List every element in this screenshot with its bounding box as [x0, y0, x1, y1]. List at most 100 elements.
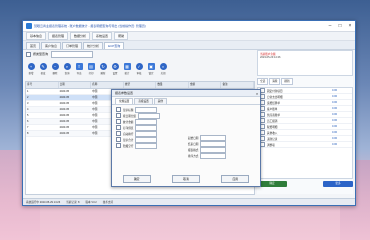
toolbar: + 新增 ✎ 修改 − 删除 ⌕ 查询 ⇪ 导出 ▤ 打印 ↻ 刷新 ⚙ 设置 ▦ 统计 ✓ 审核 …	[23, 59, 256, 79]
column-header[interactable]: 序号	[26, 82, 59, 88]
toolbar-button[interactable]: − 删除	[50, 63, 60, 75]
menu-item[interactable]: 系统设置	[92, 32, 113, 40]
status-text: 技术支持	[102, 201, 114, 204]
dialog-close-icon[interactable]: ×	[254, 91, 260, 96]
table-cell: 2023-05	[59, 108, 70, 111]
apply-button[interactable]: 应用	[221, 175, 250, 183]
table-cell: 5	[27, 114, 29, 117]
confirm-button[interactable]: 确定	[257, 181, 287, 187]
panel-actions: 确定 更多	[257, 181, 353, 187]
toolbar-button[interactable]: × 关闭	[158, 63, 168, 75]
column-header[interactable]: 数量	[156, 82, 189, 88]
dialog-options: 显示标题 按日期分组 统计金额 打印预览 自动换行 显示合计 隐藏空行	[116, 106, 256, 149]
item-label: 员工报销	[267, 119, 278, 123]
item-label: 运费结算单	[267, 101, 280, 105]
table-cell: 2	[27, 96, 29, 99]
dialog-option: 打印预览	[116, 124, 256, 131]
tab-orders[interactable]: 订单管理	[62, 42, 83, 49]
option-label: 按日期分组	[123, 114, 136, 118]
menu-item[interactable]: 基本信息	[26, 32, 47, 40]
chart-icon: ▦	[123, 63, 131, 70]
table-cell: 1	[27, 90, 29, 93]
item-label: 供应商账单	[267, 113, 280, 117]
more-button[interactable]: 更多	[323, 181, 353, 187]
dialog-option: 按日期分组	[116, 112, 256, 119]
app-icon	[26, 23, 32, 29]
option-label: 隐藏空行	[123, 144, 134, 148]
item-value: 0.00	[332, 101, 338, 104]
print-icon: ▤	[87, 63, 95, 70]
dialog-title: 报表参数设置	[115, 91, 134, 95]
toolbar-button[interactable]: ⌕ 查询	[62, 63, 72, 75]
column-header[interactable]: 名称	[91, 82, 124, 88]
menu-item[interactable]: 帮助	[114, 32, 129, 40]
select-all-button[interactable]: 全选	[257, 78, 269, 85]
option-checkbox[interactable]	[116, 107, 121, 112]
item-value: 0.00	[332, 125, 338, 128]
toolbar-button[interactable]: ⚙ 设置	[110, 63, 120, 75]
table-cell: 2023-05	[59, 126, 70, 129]
check-icon: ✓	[135, 63, 143, 70]
toolbar-label: 新增	[28, 72, 34, 75]
table-cell: 2023-05	[59, 96, 70, 99]
field-label: 起始日期	[188, 136, 199, 140]
tab-ecp[interactable]: ECP查询	[104, 42, 125, 49]
dialog-field-row: 起始日期	[188, 134, 227, 141]
dialog-tab[interactable]: 高级设置	[134, 98, 153, 104]
toolbar-label: 审核	[136, 72, 142, 75]
status-text: 当前记录: 8	[66, 201, 80, 204]
toolbar-button[interactable]: ▣ 锁定	[146, 63, 156, 75]
option-checkbox[interactable]	[116, 113, 121, 118]
toolbar-button[interactable]: ▦ 统计	[122, 63, 132, 75]
minimize-icon[interactable]: –	[325, 21, 335, 31]
list-item[interactable]: 调整项 0.00	[258, 142, 352, 148]
refresh-button[interactable]: 刷新	[281, 78, 293, 85]
column-header[interactable]: 日期	[59, 82, 92, 88]
ok-button[interactable]: 确定	[122, 175, 151, 183]
dialog-option: 显示标题	[116, 106, 256, 113]
dialog-option: 隐藏空行	[116, 142, 256, 149]
field-input[interactable]	[200, 152, 227, 159]
table-cell: 2023-05	[59, 102, 70, 105]
dialog-tab[interactable]: 其他	[153, 98, 167, 104]
clear-button[interactable]: 清除	[269, 78, 281, 85]
search-input[interactable]	[51, 50, 94, 58]
item-value: 0.00	[332, 131, 338, 134]
close-icon[interactable]: ×	[345, 21, 355, 31]
option-checkbox[interactable]	[116, 125, 121, 130]
column-header[interactable]: 类型	[124, 82, 157, 88]
toolbar-label: 锁定	[148, 72, 154, 75]
menu-item[interactable]: 数据分析	[70, 32, 91, 40]
status-text: 版本 V3.2	[85, 201, 97, 204]
toolbar-button[interactable]: + 新增	[26, 63, 36, 75]
dialog-tab[interactable]: 常规设置	[115, 98, 134, 104]
option-checkbox[interactable]	[116, 119, 121, 124]
filter-checkbox[interactable]	[26, 51, 31, 57]
menu-bar: 基本信息 报表管理 数据分析 系统设置 帮助	[23, 32, 355, 41]
option-field[interactable]	[135, 142, 158, 149]
menu-item[interactable]: 报表管理	[48, 32, 69, 40]
tab-analysis[interactable]: 统计分析	[83, 42, 104, 49]
plus-icon: +	[27, 63, 35, 70]
tab-customers[interactable]: 客户信息	[41, 42, 62, 49]
toolbar-button[interactable]: ▤ 打印	[86, 63, 96, 75]
account-list: 固定付款项目 0.00 日常支出明细 0.00 运费结算单 0.00 客户账单 0.00 供应商…	[257, 87, 353, 179]
item-label: 客户账单	[267, 107, 278, 111]
toolbar-button[interactable]: ✓ 审核	[134, 63, 144, 75]
field-label: 排序方式	[188, 154, 199, 158]
column-header[interactable]: 备注	[221, 82, 254, 88]
toolbar-button[interactable]: ⇪ 导出	[74, 63, 84, 75]
toolbar-button[interactable]: ✎ 修改	[38, 63, 48, 75]
maximize-icon[interactable]: □	[335, 21, 345, 31]
option-checkbox[interactable]	[116, 131, 121, 136]
option-checkbox[interactable]	[116, 143, 121, 148]
option-checkbox[interactable]	[116, 137, 121, 142]
cancel-button[interactable]: 取消	[171, 175, 200, 183]
item-label: 固定付款项目	[267, 89, 283, 93]
toolbar-label: 刷新	[100, 72, 106, 75]
item-label: 日常支出明细	[267, 95, 283, 99]
toolbar-button[interactable]: ↻ 刷新	[98, 63, 108, 75]
tab-home[interactable]: 首页	[26, 42, 41, 49]
column-header[interactable]: 金额	[189, 82, 222, 88]
toolbar-label: 查询	[64, 72, 70, 75]
